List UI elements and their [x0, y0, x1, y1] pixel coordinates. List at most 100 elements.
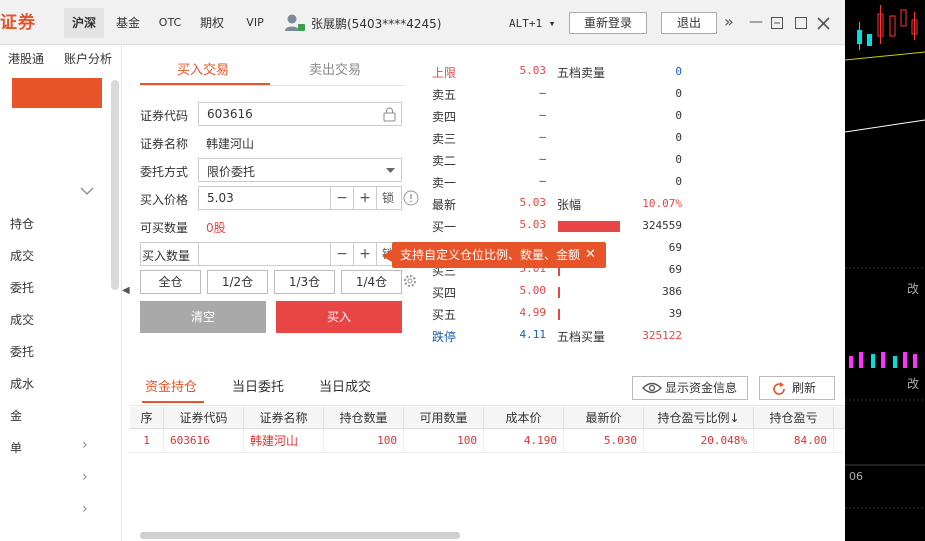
- minimize-icon[interactable]: —: [749, 14, 763, 30]
- info-icon[interactable]: [403, 190, 419, 206]
- tab-buy[interactable]: 买入交易: [177, 59, 229, 78]
- table-cell: 603616: [164, 429, 244, 453]
- qty-minus-button[interactable]: −: [330, 243, 353, 265]
- buy-total-value: 325122: [642, 329, 682, 342]
- buy-level-volume: 324559: [642, 219, 682, 232]
- orderbook-row-latest: 最新 5.03 张幅 10.07%: [430, 192, 690, 214]
- lock-icon[interactable]: [383, 107, 396, 122]
- tab-today-orders[interactable]: 当日委托: [232, 376, 284, 395]
- refresh-button[interactable]: 刷新: [759, 376, 835, 400]
- sidebar-item-fund[interactable]: 金: [10, 407, 22, 424]
- ratio-quarter-button[interactable]: 1/4仓: [341, 270, 402, 294]
- price-input[interactable]: 5.03 − + 锁: [198, 186, 402, 210]
- trade-form: 买入交易 卖出交易 证券代码 603616 证券名称 韩建河山 委托方式 限价委…: [130, 45, 425, 345]
- table-cell: 84.00: [754, 429, 834, 453]
- available-value: 0股: [206, 221, 226, 235]
- code-label: 证券代码: [140, 109, 189, 123]
- tab-today-deals[interactable]: 当日成交: [319, 376, 371, 395]
- table-header-cell[interactable]: 最新价: [564, 407, 644, 429]
- table-header-cell[interactable]: 持仓盈亏比例↓: [644, 407, 754, 429]
- chevron-right-icon[interactable]: ›: [82, 469, 88, 485]
- table-cell: 100: [324, 429, 404, 453]
- buy-button[interactable]: 买入: [276, 301, 402, 333]
- ratio-half-button[interactable]: 1/2仓: [207, 270, 268, 294]
- tab-fund-position[interactable]: 资金持仓: [145, 376, 197, 395]
- sidebar-item-order-2[interactable]: 委托: [10, 343, 34, 360]
- chevron-right-icon[interactable]: ›: [82, 501, 88, 517]
- settings-gear-icon[interactable]: [403, 274, 417, 288]
- chart-label: 改: [907, 282, 920, 296]
- sell-level-volume: 0: [675, 175, 682, 188]
- buy-level-volume: 69: [668, 263, 682, 276]
- chart-label: 改: [907, 377, 920, 391]
- qty-plus-button[interactable]: +: [353, 243, 376, 265]
- sidebar-item-deal[interactable]: 成交: [10, 247, 34, 264]
- chevron-right-icon[interactable]: ›: [82, 437, 88, 453]
- sell-level-volume: 0: [675, 153, 682, 166]
- table-header-cell[interactable]: 持仓盈亏: [754, 407, 834, 429]
- sidebar-item-list[interactable]: 单: [10, 439, 22, 456]
- qty-input[interactable]: − + 锁: [198, 242, 402, 266]
- sidebar-item-order[interactable]: 委托: [10, 279, 34, 296]
- buy-total-label: 五档买量: [557, 330, 606, 344]
- table-header-cell[interactable]: 持仓数量: [324, 407, 404, 429]
- exit-button[interactable]: 退出: [661, 12, 717, 34]
- sell-level-volume: 0: [675, 109, 682, 122]
- sidebar-item-deal-2[interactable]: 成交: [10, 311, 34, 328]
- user-icon: [285, 14, 305, 31]
- close-icon[interactable]: [817, 17, 830, 30]
- ratio-full-button[interactable]: 全仓: [140, 270, 201, 294]
- table-header-cell[interactable]: 证券代码: [164, 407, 244, 429]
- table-header-cell[interactable]: 成本价: [484, 407, 564, 429]
- sidebar-scrollbar[interactable]: [111, 80, 119, 290]
- sell-level-price: —: [539, 174, 546, 187]
- tooltip-close-icon[interactable]: ✕: [585, 242, 596, 268]
- qty-label: 买入数量: [142, 249, 191, 263]
- clear-button[interactable]: 清空: [140, 301, 266, 333]
- sidebar-active-item[interactable]: [12, 78, 102, 108]
- table-header-cell[interactable]: 证券名称: [244, 407, 324, 429]
- expand-icon[interactable]: »: [724, 12, 734, 31]
- price-minus-button[interactable]: −: [330, 187, 353, 209]
- method-select[interactable]: 限价委托: [198, 158, 402, 182]
- show-fund-info-button[interactable]: 显示资金信息: [632, 376, 748, 400]
- nav-tab-vip[interactable]: VIP: [238, 8, 272, 38]
- nav-tab-fund[interactable]: 基金: [110, 8, 146, 38]
- method-value: 限价委托: [207, 165, 256, 179]
- code-input[interactable]: 603616: [198, 102, 402, 126]
- orderbook-row-lower-limit: 跌停 4.11 五档买量 325122: [430, 324, 690, 346]
- nav-tab-options[interactable]: 期权: [194, 8, 230, 38]
- price-plus-button[interactable]: +: [353, 187, 376, 209]
- table-cell: 100: [404, 429, 484, 453]
- price-lock-button[interactable]: 锁: [376, 187, 399, 209]
- nav-tab-otc[interactable]: OTC: [152, 8, 188, 38]
- sidebar-item-flow[interactable]: 成水: [10, 375, 34, 392]
- buy-level-volume: 386: [662, 285, 682, 298]
- sidebar-tab-hk-connect[interactable]: 港股通: [8, 50, 44, 67]
- sidebar-tab-account-analysis[interactable]: 账户分析: [64, 50, 112, 67]
- sell-level-price: —: [539, 130, 546, 143]
- maximize-icon[interactable]: [795, 17, 807, 29]
- dropdown-arrow-icon[interactable]: [386, 168, 395, 174]
- ratio-third-button[interactable]: 1/3仓: [274, 270, 335, 294]
- tab-underline: [140, 83, 270, 85]
- horizontal-scrollbar[interactable]: [140, 532, 460, 539]
- chevron-down-icon[interactable]: [80, 187, 94, 196]
- relogin-button[interactable]: 重新登录: [569, 12, 647, 34]
- buy-level-volume: 39: [668, 307, 682, 320]
- sidebar-item-position[interactable]: 持仓: [10, 215, 34, 232]
- tab-divider: [140, 85, 405, 86]
- tab-sell[interactable]: 卖出交易: [309, 59, 361, 78]
- available-label: 可买数量: [140, 221, 189, 235]
- sell-level-label: 卖四: [432, 110, 457, 124]
- latest-value: 5.03: [519, 196, 547, 209]
- nav-tab-shanghai-shenzhen[interactable]: 沪深: [64, 8, 104, 38]
- refresh-icon: [773, 382, 785, 395]
- collapse-arrow-icon[interactable]: ◀: [122, 285, 130, 296]
- restore-icon[interactable]: [771, 17, 783, 29]
- shortcut-selector[interactable]: ALT+1 ▾: [509, 17, 555, 30]
- table-header-cell[interactable]: 可用数量: [404, 407, 484, 429]
- sell-level-price: —: [539, 152, 546, 165]
- table-row[interactable]: 1 603616 韩建河山 100 100 4.190 5.030 20.048% 84.00: [130, 429, 845, 453]
- table-header-cell[interactable]: 序: [130, 407, 164, 429]
